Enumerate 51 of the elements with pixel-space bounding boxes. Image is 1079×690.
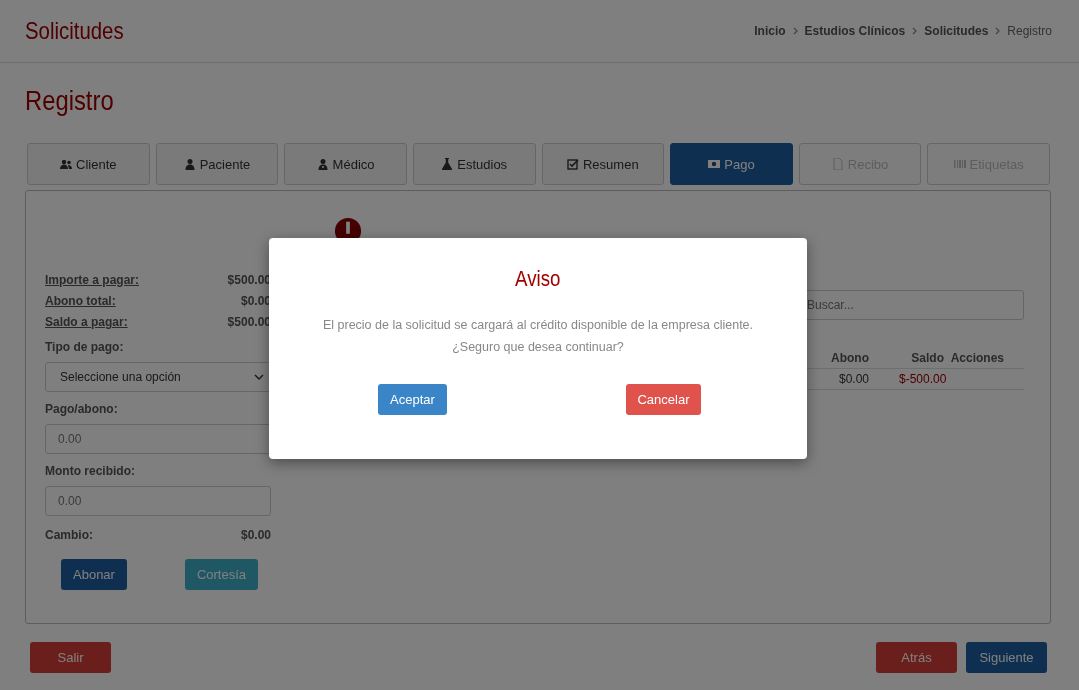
tab[interactable]: Pago [670,143,793,185]
courtesy-button[interactable]: Cortesía [184,559,259,590]
chevron-right-icon [995,27,1001,35]
table-cell-text: $0.00 [837,372,869,386]
column-header: Acciones [949,351,1004,365]
field-label: Pago/abono: [45,402,119,416]
breadcrumb-link[interactable]: Inicio [754,24,786,38]
file-icon [831,158,844,170]
pay-button[interactable]: Abonar [61,559,127,590]
tab[interactable]: Médico [284,143,407,185]
user-icon [183,158,196,170]
tab[interactable]: Resumen [541,143,665,185]
breadcrumb-current: Registro [1007,24,1052,38]
field-label: Tipo de pago: [45,340,125,354]
page-header-title: Solicitudes [25,17,124,45]
table-cell-text: $-500.00 [898,372,944,386]
change-label: Cambio: [45,528,93,544]
column-header: Abono [830,351,869,365]
check-icon [567,158,579,170]
chevron-right-icon [792,27,798,35]
summary-value: $500.00 [227,273,271,289]
page-title: Registro [25,85,115,118]
users-icon [60,158,73,170]
cancel-button[interactable]: Cancelar [626,384,701,415]
field-label: Monto recibido: [45,464,136,478]
doctor-icon [316,158,329,170]
summary-value: $500.00 [227,315,271,331]
summary-label: Saldo a pagar: [45,315,128,331]
modal-message: El precio de la solicitud se cargará al crédito disponible de la empresa cliente. [321,318,755,332]
next-button[interactable]: Siguiente [966,642,1047,673]
change-value: $0.00 [240,528,271,544]
summary-label: Abono total: [45,294,116,310]
received-amount-input[interactable]: 0.00 [45,486,271,516]
back-button[interactable]: Atrás [876,642,957,673]
flask-icon [441,158,454,170]
barcode-icon [953,158,966,170]
payment-input[interactable]: 0.00 [45,424,271,454]
summary-label: Importe a pagar: [45,273,140,289]
modal-title: Aviso [515,266,561,292]
column-header: Saldo [910,351,944,365]
tab[interactable]: Estudios [412,143,536,185]
exit-button[interactable]: Salir [30,642,111,673]
chevron-right-icon [912,27,918,35]
breadcrumb-link[interactable]: Estudios Clínicos [804,24,906,38]
tab[interactable]: Cliente [27,143,150,185]
chevron-down-icon [254,374,264,380]
breadcrumb-link[interactable]: Solicitudes [924,24,989,38]
money-icon [708,158,721,170]
modal-message: ¿Seguro que desea continuar? [451,340,625,354]
tab[interactable]: Paciente [155,143,279,185]
accept-button[interactable]: Aceptar [378,384,447,415]
